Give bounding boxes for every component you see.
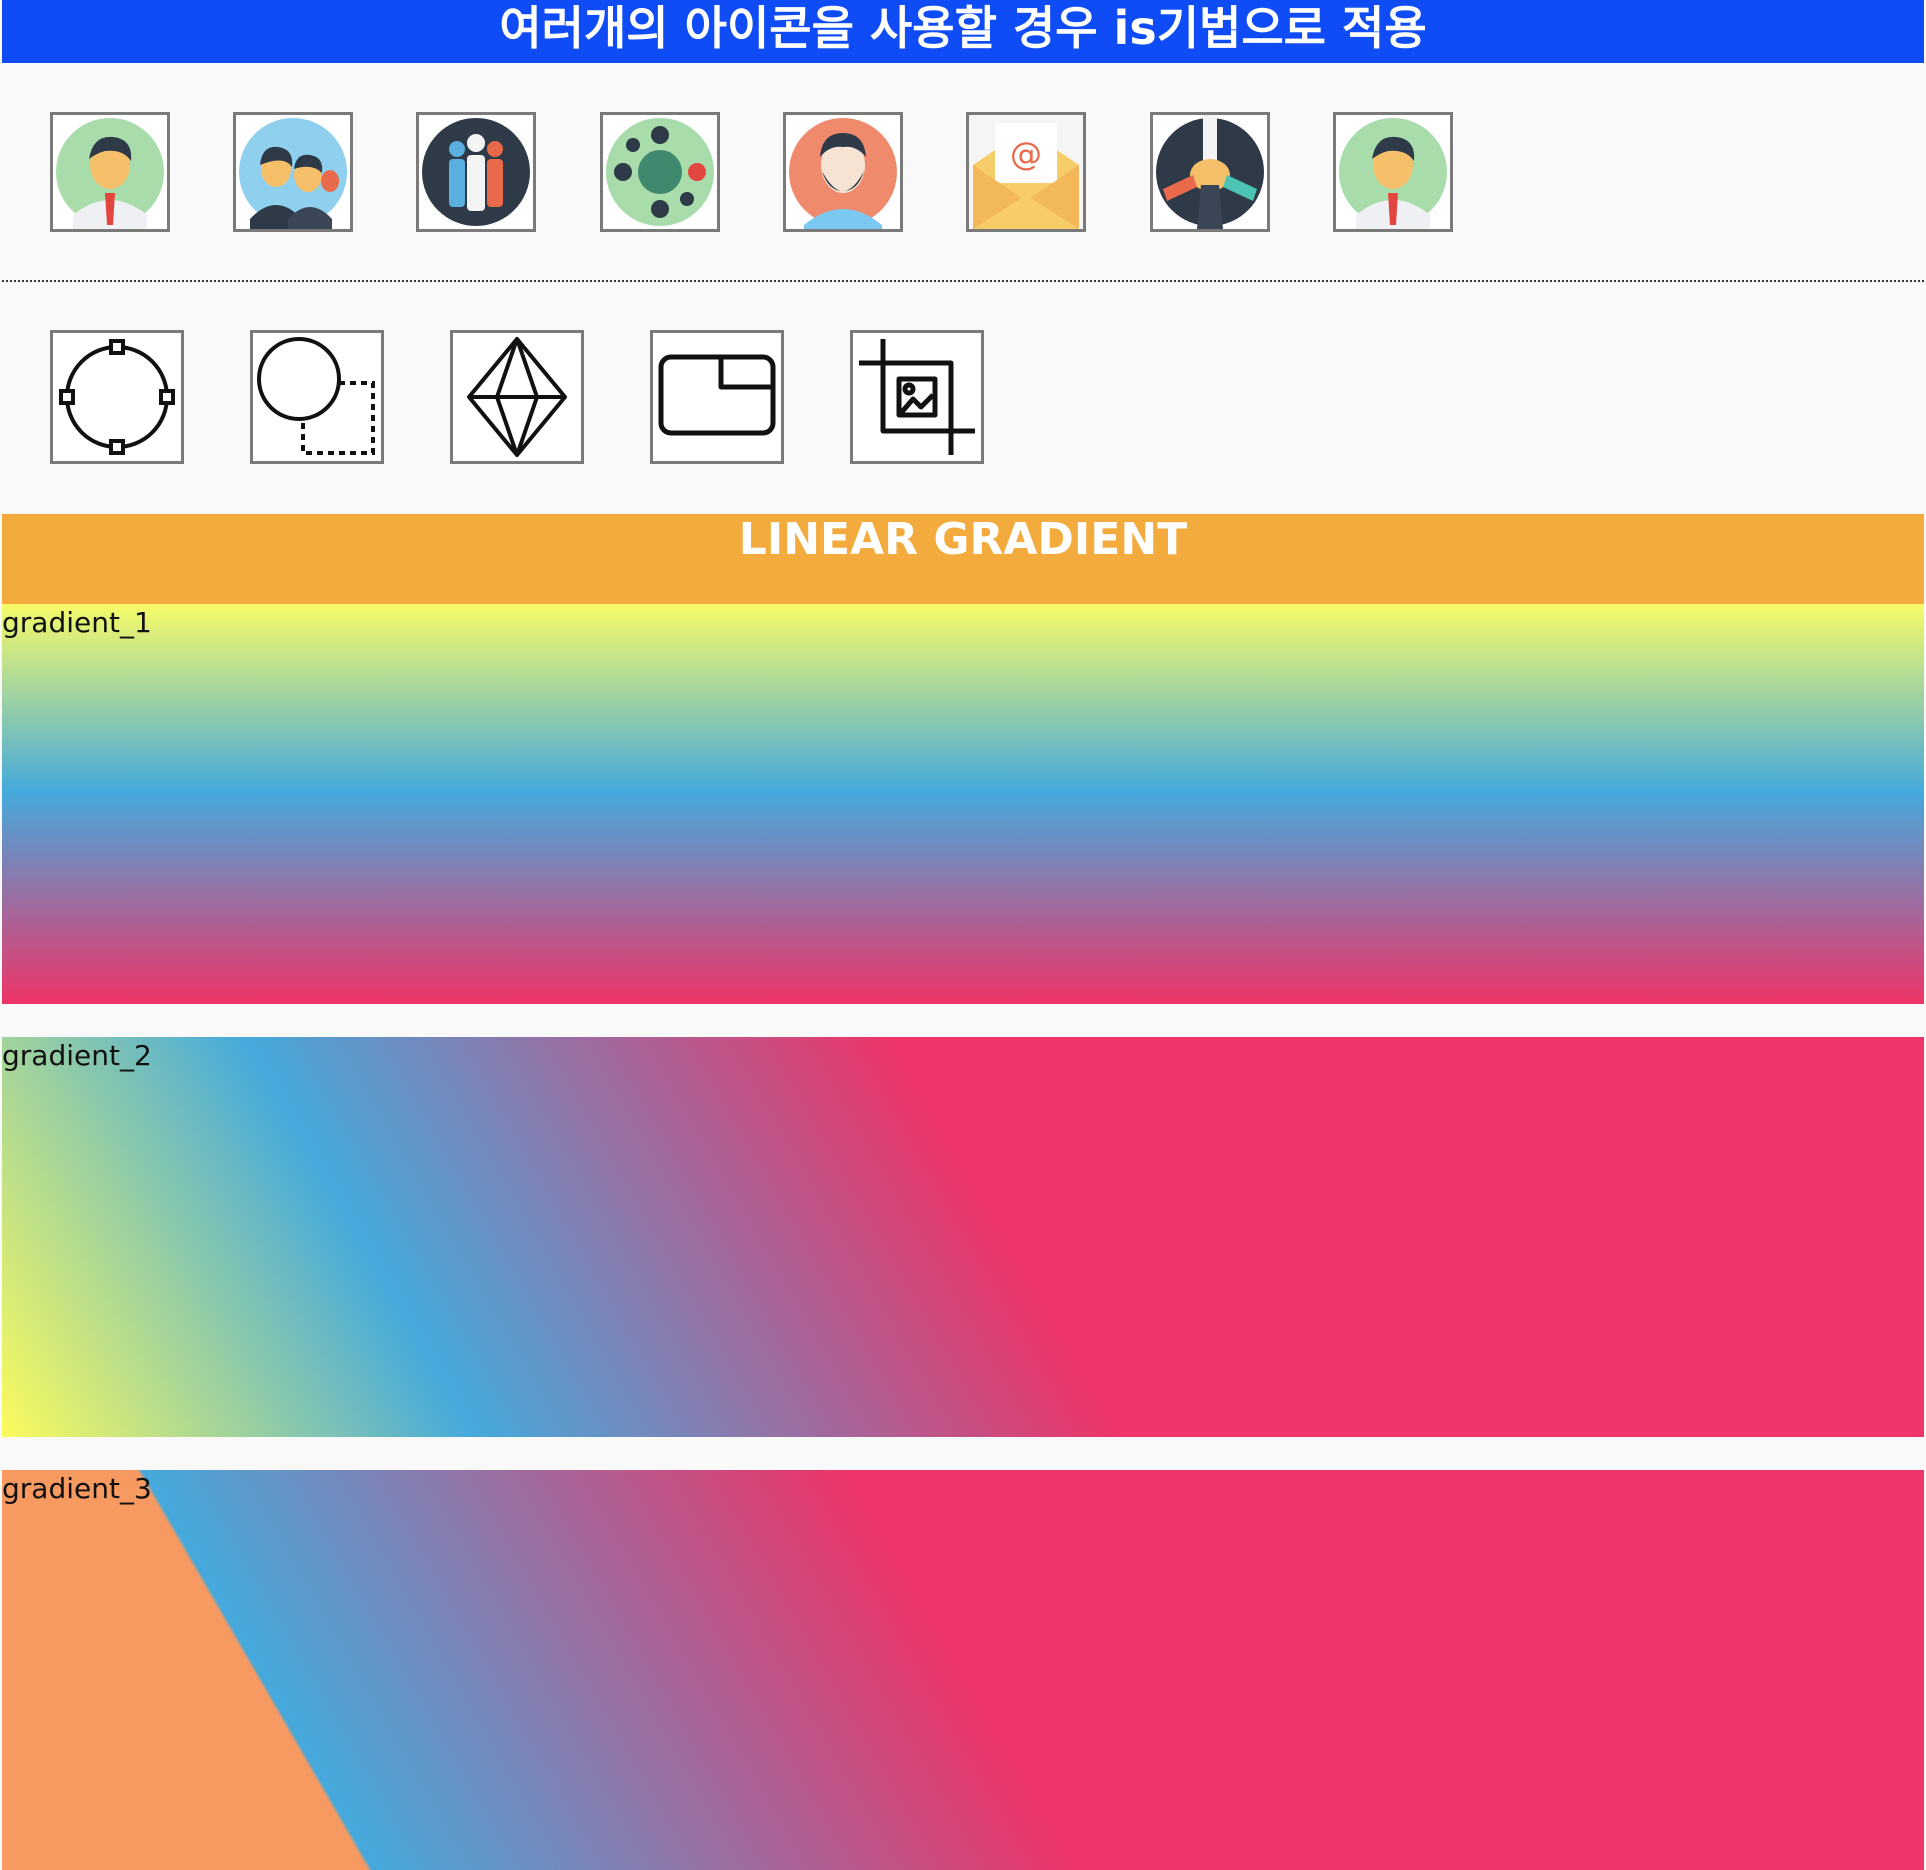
- gradient-label: gradient_3: [2, 1472, 152, 1505]
- crystal-icon[interactable]: [450, 330, 584, 464]
- gradient-label: gradient_1: [2, 606, 152, 639]
- meeting-table-icon[interactable]: [600, 112, 720, 232]
- bearded-man-icon[interactable]: [783, 112, 903, 232]
- gradient-panel-2: gradient_2: [2, 1037, 1924, 1437]
- svg-text:@: @: [1010, 135, 1042, 173]
- hands-together-icon[interactable]: [1150, 112, 1270, 232]
- section-title: LINEAR GRADIENT: [738, 514, 1188, 565]
- gradient-panel-3: gradient_3: [2, 1470, 1924, 1870]
- circle-resize-icon[interactable]: [250, 330, 384, 464]
- dotted-divider: [2, 280, 1924, 282]
- circle-select-icon[interactable]: [50, 330, 184, 464]
- group-people-icon[interactable]: [416, 112, 536, 232]
- team-members-icon[interactable]: [233, 112, 353, 232]
- crop-image-icon[interactable]: [850, 330, 984, 464]
- section-title-banner: LINEAR GRADIENT: [2, 514, 1924, 604]
- window-tab-icon[interactable]: [650, 330, 784, 464]
- businessman-icon[interactable]: [1333, 112, 1453, 232]
- email-envelope-icon[interactable]: @: [966, 112, 1086, 232]
- businessman-icon[interactable]: [50, 112, 170, 232]
- gradient-panel-1: gradient_1: [2, 604, 1924, 1004]
- page-title-banner: 여러개의 아이콘을 사용할 경우 is기법으로 적용: [2, 0, 1924, 63]
- page-title: 여러개의 아이콘을 사용할 경우 is기법으로 적용: [499, 1, 1427, 55]
- gradient-label: gradient_2: [2, 1039, 152, 1072]
